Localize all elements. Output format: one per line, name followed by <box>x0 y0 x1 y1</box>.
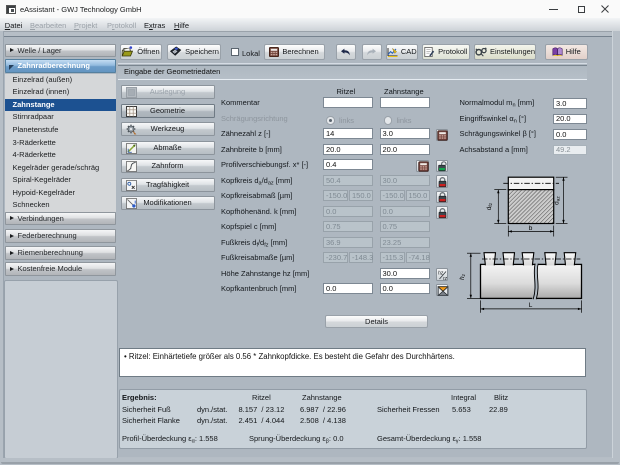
svg-text:b: b <box>529 225 533 232</box>
svg-text:rz: rz <box>443 276 448 281</box>
svg-text:dfz: dfz <box>486 202 494 210</box>
svg-text:hz: hz <box>459 273 467 280</box>
svg-text:daz: daz <box>554 196 562 205</box>
svg-text:L: L <box>529 302 533 309</box>
